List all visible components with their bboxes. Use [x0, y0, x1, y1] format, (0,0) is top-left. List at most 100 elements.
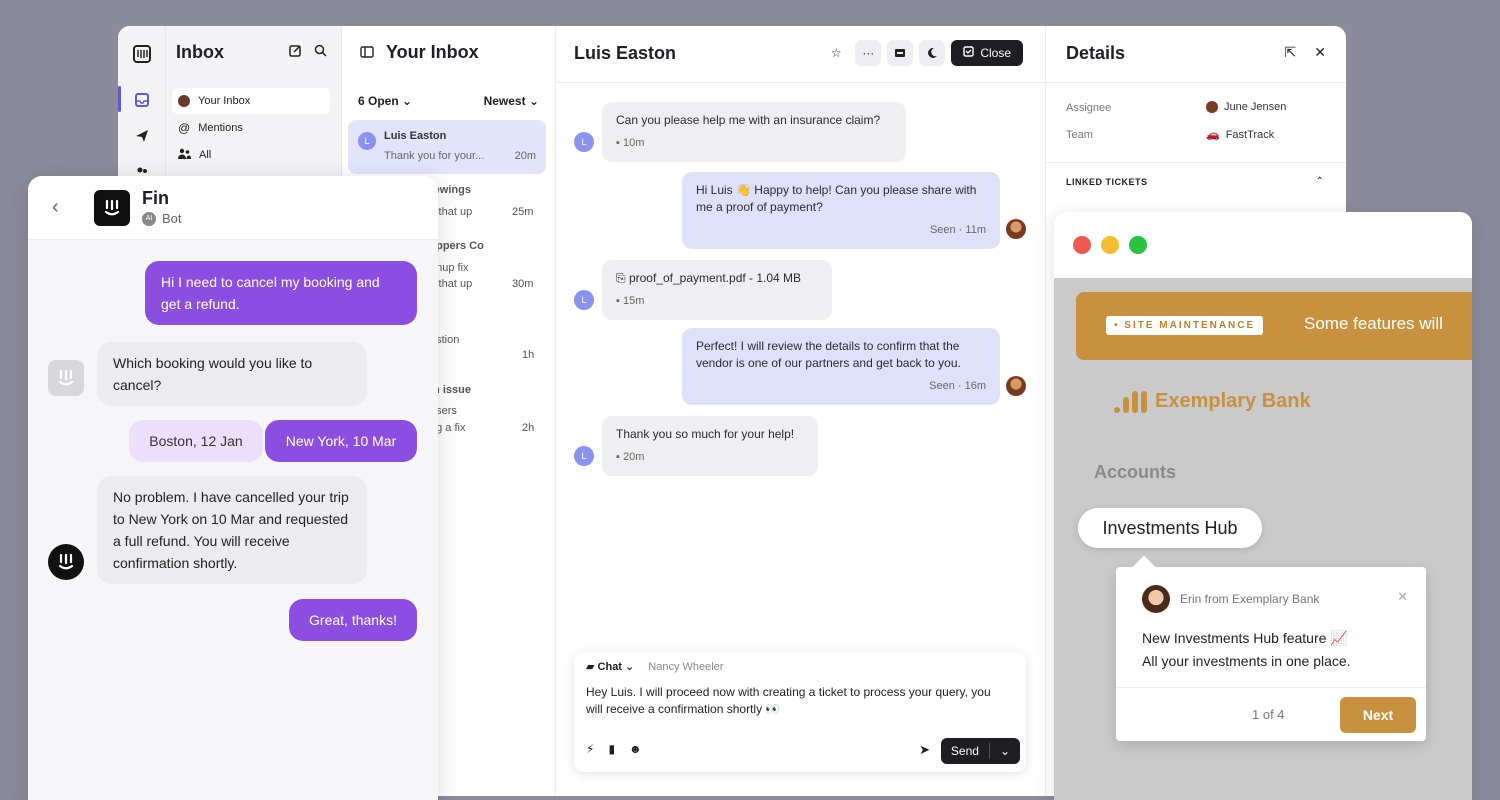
user-message: Great, thanks! [289, 599, 417, 641]
bank-logo: Exemplary Bank [1114, 390, 1311, 413]
team-label: Team [1066, 129, 1093, 141]
conversation-title: Luis Easton [574, 43, 677, 63]
customer-message: Thank you so much for your help! ▪ 20m [602, 416, 818, 476]
lightning-icon[interactable]: ⚡ [586, 742, 594, 756]
channel-icon: ▪ [616, 295, 620, 307]
tour-headline: New Investments Hub feature 📈 [1142, 630, 1348, 646]
contact-avatar: L [574, 446, 594, 466]
back-icon[interactable]: ‹ [52, 196, 59, 219]
car-icon: 🚗 [1206, 129, 1220, 141]
chat-icon: ▰ [586, 661, 595, 673]
search-icon[interactable] [314, 44, 327, 60]
chevron-down-icon[interactable]: ⌄ [990, 744, 1020, 758]
contact-avatar: L [574, 132, 594, 152]
message-status: Seen · 11m [929, 224, 986, 236]
sidebar-item-label: All [199, 149, 212, 161]
bot-name: Fin [142, 188, 169, 208]
star-icon[interactable]: ☆ [823, 40, 849, 66]
details-title: Details [1066, 43, 1126, 63]
agent-avatar [1006, 219, 1026, 239]
send-button[interactable]: Send ⌄ [940, 738, 1020, 764]
conversation-panel: Luis Easton ☆ ··· Close Can you please h… [556, 26, 1046, 796]
user-avatar [178, 95, 190, 107]
more-options-icon[interactable]: ··· [855, 40, 882, 66]
option-new-york[interactable]: New York, 10 Mar [265, 420, 417, 462]
sidebar-item-your-inbox[interactable]: Your Inbox [172, 88, 330, 114]
fin-logo-icon [94, 190, 130, 226]
bot-message: No problem. I have cancelled your trip t… [97, 476, 367, 584]
conversation-item[interactable]: L Luis Easton Thank you for your... 20m [348, 120, 546, 174]
bookmark-icon[interactable]: ▮ [608, 742, 615, 756]
reply-text[interactable]: Hey Luis. I will proceed now with creati… [586, 684, 1006, 718]
compose-icon[interactable] [289, 44, 302, 60]
team-value[interactable]: 🚗 FastTrack [1206, 128, 1274, 142]
avatar [1206, 101, 1218, 113]
emoji-icon[interactable]: ☻ [629, 742, 642, 756]
close-conversation-button[interactable]: Close [951, 40, 1023, 66]
assignee-label: Assignee [1066, 102, 1112, 114]
customer-message: Can you please help me with an insurance… [602, 102, 906, 162]
sidebar-item-mentions[interactable]: @ Mentions [172, 115, 330, 141]
messenger-header: ‹ Fin AI Bot [28, 176, 438, 240]
inbox-title: Inbox [176, 42, 224, 62]
message-preview: Thank you for your... [384, 150, 485, 162]
contact-avatar: L [574, 290, 594, 310]
snooze-icon[interactable] [919, 40, 946, 66]
agent-avatar [1006, 376, 1026, 396]
divider [1116, 687, 1426, 688]
inbox-close-icon [963, 46, 975, 60]
app-logo-icon[interactable] [130, 42, 154, 66]
chevron-up-icon[interactable]: ⌃ [1316, 176, 1324, 187]
fin-messenger-window: ‹ Fin AI Bot Hi I need to cancel my book… [28, 176, 438, 800]
message-status: Seen · 16m [929, 380, 986, 392]
message-time: 10m [622, 137, 645, 149]
contact-name: lippers Co [430, 240, 484, 252]
minimize-window-dot[interactable] [1101, 236, 1119, 254]
divider [1046, 82, 1346, 83]
close-window-dot[interactable] [1073, 236, 1091, 254]
message-time: 30m [512, 278, 534, 290]
ai-badge: AI [142, 211, 156, 226]
assignee-value[interactable]: June Jensen [1206, 101, 1286, 113]
reply-composer[interactable]: ▰ Chat ⌄ Nancy Wheeler Hey Luis. I will … [574, 652, 1026, 772]
inbox-icon[interactable] [130, 88, 154, 112]
close-icon[interactable]: ✕ [1314, 44, 1326, 61]
message-text: Perfect! I will review the details to co… [696, 339, 961, 370]
popover-caret [1132, 555, 1156, 579]
message-text: Thank you so much for your help! [616, 427, 795, 441]
message-time: 1h [522, 349, 535, 361]
sidebar-item-all[interactable]: All [172, 142, 330, 168]
close-icon[interactable]: ✕ [1397, 589, 1408, 605]
maintenance-tag: • SITE MAINTENANCE [1106, 316, 1264, 335]
sort-dropdown[interactable]: Newest ⌄ [484, 94, 539, 108]
message-time: 2h [522, 422, 535, 434]
next-button[interactable]: Next [1340, 697, 1416, 733]
open-filter-dropdown[interactable]: 6 Open ⌄ [358, 94, 412, 108]
message-time: 20m [622, 451, 645, 463]
fin-avatar-icon [48, 544, 84, 580]
bot-label: Bot [162, 211, 182, 226]
divider [1046, 162, 1346, 163]
panel-toggle-icon[interactable] [360, 42, 374, 63]
attachment-message[interactable]: ⎘ proof_of_payment.pdf - 1.04 MB ▪ 15m [602, 260, 832, 320]
message-time: 15m [622, 295, 645, 307]
contact-name: Luis Easton [384, 130, 447, 142]
agent-message: Hi Luis 👋 Happy to help! Can you please … [682, 172, 1000, 249]
option-boston[interactable]: Boston, 12 Jan [129, 420, 263, 462]
divider [556, 82, 1045, 83]
user-message: Hi I need to cancel my booking and get a… [145, 261, 417, 325]
maximize-window-dot[interactable] [1129, 236, 1147, 254]
channel-dropdown[interactable]: ▰ Chat ⌄ [586, 660, 634, 673]
sidebar-item-label: Mentions [198, 122, 243, 134]
open-external-icon[interactable]: ⇱ [1285, 44, 1297, 61]
maintenance-banner: • SITE MAINTENANCE Some features will [1076, 292, 1472, 360]
fin-avatar-icon [48, 360, 84, 396]
paperclip-icon: ⎘ [616, 271, 626, 285]
send-arrow-icon[interactable]: ➤ [919, 742, 930, 758]
ticket-icon[interactable] [887, 40, 914, 66]
banner-message: Some features will [1304, 314, 1443, 333]
bank-name: Exemplary Bank [1155, 390, 1311, 412]
accounts-heading: Accounts [1094, 462, 1177, 482]
send-icon[interactable] [130, 124, 154, 148]
investments-hub-button[interactable]: Investments Hub [1078, 508, 1262, 548]
